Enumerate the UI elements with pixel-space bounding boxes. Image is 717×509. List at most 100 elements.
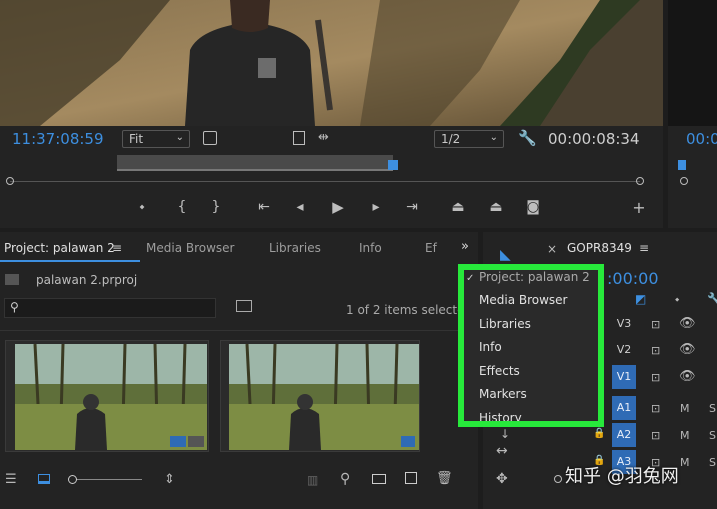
toggle-sync-icon[interactable]: ⊡ xyxy=(651,318,660,331)
automate-to-sequence-icon[interactable]: ▥ xyxy=(307,473,318,487)
zoom-select[interactable]: Fit ⌄ xyxy=(122,130,190,148)
lift-icon[interactable]: ⏏ xyxy=(448,199,468,215)
list-view-icon[interactable]: ☰ xyxy=(5,472,17,487)
clip-thumbnail-1[interactable] xyxy=(5,340,209,452)
track-a1[interactable]: A1 xyxy=(612,396,636,420)
step-forward-icon[interactable]: ▸ xyxy=(366,199,386,215)
project-file-icon xyxy=(5,274,19,285)
solo-button[interactable]: S xyxy=(709,456,716,469)
menu-item-libraries[interactable]: Libraries xyxy=(479,317,531,331)
mark-in-icon[interactable]: { xyxy=(172,199,192,215)
tab-libraries[interactable]: Libraries xyxy=(269,241,321,255)
slider-handle[interactable] xyxy=(68,475,77,484)
items-selected-count: 1 of 2 items selected xyxy=(346,303,473,317)
source-playhead-marker[interactable] xyxy=(678,160,686,170)
track-a2[interactable]: A2 xyxy=(612,423,636,447)
duration-timecode: 00:00:08:34 xyxy=(548,130,640,148)
search-icon: ⚲ xyxy=(10,300,19,314)
hand-tool-icon[interactable]: ✥ xyxy=(496,471,508,487)
toggle-sync-icon[interactable]: ⊡ xyxy=(651,402,660,415)
panel-tabs-overflow-menu: ✓ Project: palawan 2 Media Browser Libra… xyxy=(458,264,604,427)
go-to-out-icon[interactable]: ⇥ xyxy=(402,199,422,215)
new-item-icon[interactable] xyxy=(405,472,417,484)
track-v3[interactable]: V3 xyxy=(612,312,636,336)
add-marker-icon[interactable]: ⬩ xyxy=(132,199,152,215)
tab-media-browser[interactable]: Media Browser xyxy=(146,241,234,255)
mute-button[interactable]: M xyxy=(680,429,690,442)
solo-button[interactable]: S xyxy=(709,429,716,442)
menu-item-project[interactable]: Project: palawan 2 xyxy=(479,270,590,284)
mute-button[interactable]: M xyxy=(680,456,690,469)
rate-stretch-tool-icon[interactable]: ↔ xyxy=(496,443,508,459)
source-scrollbar-handle[interactable] xyxy=(680,177,688,185)
tab-info[interactable]: Info xyxy=(359,241,382,255)
go-to-in-icon[interactable]: ⇤ xyxy=(254,199,274,215)
step-back-icon[interactable]: ◂ xyxy=(290,199,310,215)
timeline-timecode[interactable]: :00:00 xyxy=(607,269,659,288)
source-timecode: 00:00 xyxy=(686,130,717,148)
track-v2[interactable]: V2 xyxy=(612,338,636,362)
zoom-select-value: Fit xyxy=(129,132,144,146)
camera-icon[interactable]: ◙ xyxy=(523,199,543,215)
track-v1[interactable]: V1 xyxy=(612,365,636,389)
find-icon[interactable]: ⚲ xyxy=(340,471,350,487)
chevron-down-icon: ⌄ xyxy=(175,132,184,143)
wrench-icon[interactable]: 🔧 xyxy=(707,292,717,306)
wrench-icon[interactable]: 🔧 xyxy=(518,129,537,147)
search-input[interactable]: ⚲ xyxy=(4,298,216,318)
new-bin-icon[interactable] xyxy=(372,474,386,484)
settings-wrench-small-icon[interactable] xyxy=(203,131,217,145)
program-monitor-video xyxy=(0,0,663,126)
toggle-sync-icon[interactable]: ⊡ xyxy=(651,371,660,384)
scrollbar-handle-right[interactable] xyxy=(636,177,644,185)
overflow-tabs-icon[interactable]: » xyxy=(461,239,469,254)
trash-icon[interactable]: 🗑 xyxy=(436,471,453,486)
selection-tool-icon[interactable]: ◣ xyxy=(500,247,511,263)
toggle-sync-icon[interactable]: ⊡ xyxy=(651,429,660,442)
marker-icon[interactable]: ⬩ xyxy=(675,292,679,307)
audio-waveform-icon[interactable]: ⇹ xyxy=(318,130,329,145)
scrollbar-handle-left[interactable] xyxy=(6,177,14,185)
new-search-bin-icon[interactable] xyxy=(236,300,252,312)
play-icon[interactable]: ▶ xyxy=(328,198,348,216)
clip-thumbnail-2[interactable] xyxy=(220,340,420,452)
resolution-select-value: 1/2 xyxy=(441,132,461,146)
ripple-edit-icon[interactable]: ↓ xyxy=(500,427,510,441)
in-out-range[interactable] xyxy=(117,155,393,169)
eye-icon[interactable]: 👁 xyxy=(679,316,696,331)
eye-icon[interactable]: 👁 xyxy=(679,342,696,357)
clip-image-1 xyxy=(15,344,207,450)
panel-menu-icon[interactable]: ≡ xyxy=(639,241,649,255)
menu-item-history[interactable]: History xyxy=(479,411,522,421)
toggle-sync-icon[interactable]: ⊡ xyxy=(651,344,660,357)
zoom-scrollbar-track[interactable] xyxy=(10,181,640,182)
extract-icon[interactable]: ⏏ xyxy=(486,199,506,215)
mark-out-icon[interactable]: } xyxy=(206,199,226,215)
menu-item-effects[interactable]: Effects xyxy=(479,364,520,378)
menu-item-media-browser[interactable]: Media Browser xyxy=(479,293,567,307)
resolution-select[interactable]: 1/2 ⌄ xyxy=(434,130,504,148)
export-frame-icon[interactable] xyxy=(293,131,305,145)
menu-item-info[interactable]: Info xyxy=(479,340,502,354)
playhead-timecode[interactable]: 11:37:08:59 xyxy=(12,130,104,148)
close-icon[interactable]: × xyxy=(547,242,557,256)
audio-badge-icon xyxy=(188,436,204,447)
thumbnail-size-slider[interactable] xyxy=(72,479,142,480)
playhead-marker[interactable] xyxy=(388,160,398,170)
project-file-name: palawan 2.prproj xyxy=(36,273,138,287)
add-button-icon[interactable]: + xyxy=(629,198,649,217)
mute-button[interactable]: M xyxy=(680,402,690,415)
panel-menu-icon[interactable]: ≡ xyxy=(112,241,122,255)
chevron-down-icon: ⌄ xyxy=(489,132,498,143)
solo-button[interactable]: S xyxy=(709,402,716,415)
tab-project[interactable]: Project: palawan 2 xyxy=(4,241,115,255)
sequence-tab[interactable]: GOPR8349 xyxy=(567,241,632,255)
icon-view-icon[interactable] xyxy=(38,474,50,484)
sort-icons-icon[interactable]: ⇕ xyxy=(164,472,175,487)
eye-icon[interactable]: 👁 xyxy=(679,369,696,384)
snap-icon[interactable]: ◩ xyxy=(635,292,646,306)
menu-item-markers[interactable]: Markers xyxy=(479,387,527,401)
timeline-scroll-handle[interactable] xyxy=(554,475,562,483)
tab-effects-truncated[interactable]: Ef xyxy=(425,241,437,255)
lock-icon[interactable]: 🔒 xyxy=(593,428,605,439)
